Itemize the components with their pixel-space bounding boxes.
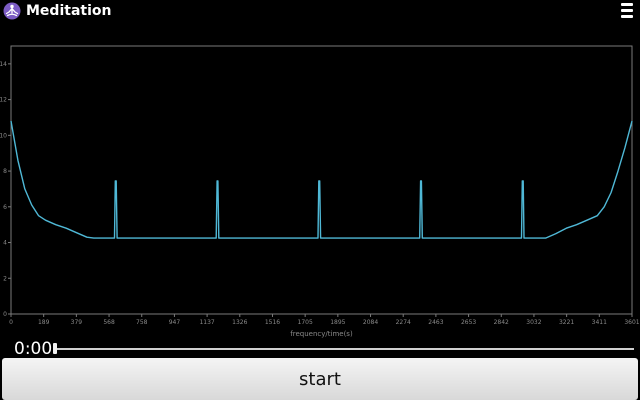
x-tick-label: 189 <box>38 319 50 326</box>
x-tick-label: 3411 <box>592 319 607 326</box>
app-title: Meditation <box>26 3 112 19</box>
meditation-figure-icon <box>3 2 21 20</box>
playback-time: 0:00 <box>14 339 53 359</box>
x-tick-label: 2084 <box>363 319 378 326</box>
x-tick-label: 2463 <box>428 319 443 326</box>
x-tick-label: 1326 <box>232 319 247 326</box>
x-tick-label: 3032 <box>526 319 541 326</box>
x-tick-label: 2842 <box>494 319 509 326</box>
x-tick-label: 758 <box>136 319 148 326</box>
y-tick-label: 10 <box>0 132 7 139</box>
x-tick-label: 1895 <box>330 319 345 326</box>
hamburger-menu-icon[interactable] <box>621 3 633 18</box>
frequency-chart: 0 189 379 568 758 947 1137 1326 1516 1705 1895 2084… <box>0 45 640 338</box>
x-tick-label: 2274 <box>396 319 411 326</box>
x-tick-label: 1516 <box>265 319 280 326</box>
y-tick-label: 0 <box>3 311 7 318</box>
y-tick-label: 14 <box>0 61 7 68</box>
plot-frame <box>10 45 633 315</box>
x-tick-label: 3601 <box>624 319 639 326</box>
y-tick-label: 4 <box>3 240 7 247</box>
series-line <box>10 120 633 239</box>
x-tick-label: 3221 <box>559 319 574 326</box>
y-tick-label: 8 <box>3 168 7 175</box>
seek-bar-thumb[interactable] <box>53 343 57 354</box>
x-tick-label: 568 <box>103 319 115 326</box>
y-tick-label: 2 <box>3 275 7 282</box>
x-tick-label: 1705 <box>298 319 313 326</box>
x-axis-label: frequency/time(s) <box>290 330 353 338</box>
start-button[interactable]: start <box>2 358 638 400</box>
x-tick-label: 1137 <box>199 319 214 326</box>
title-bar: Meditation <box>0 0 640 22</box>
x-tick-label: 2653 <box>461 319 476 326</box>
y-tick-label: 12 <box>0 97 7 104</box>
x-tick-label: 379 <box>71 319 83 326</box>
x-tick-label: 947 <box>169 319 181 326</box>
x-tick-label: 0 <box>9 319 13 326</box>
y-tick-label: 6 <box>3 204 7 211</box>
seek-bar-track[interactable] <box>56 348 634 350</box>
